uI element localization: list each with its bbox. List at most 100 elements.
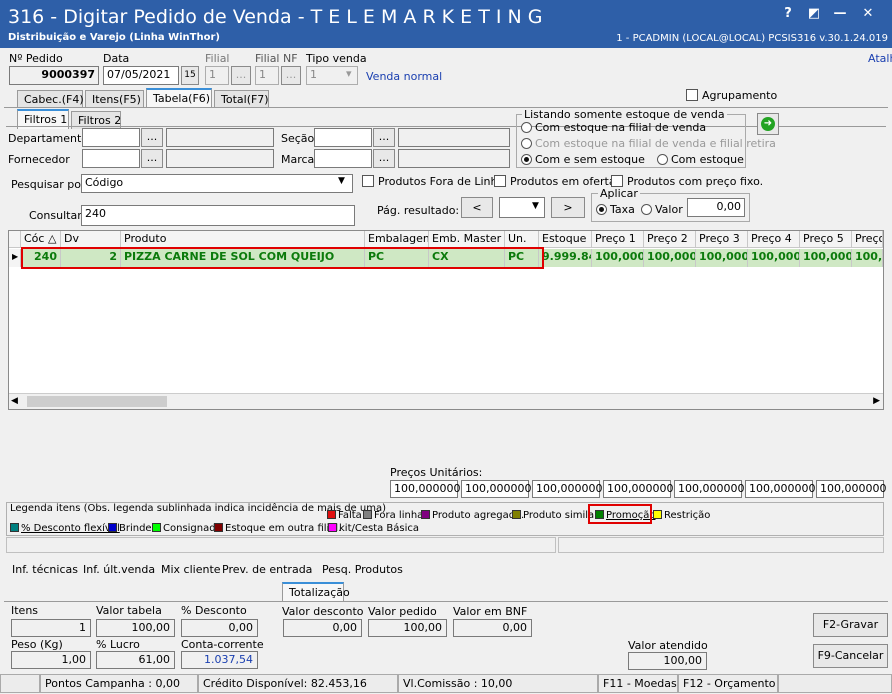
menu-pesq-produtos[interactable]: Pesq. Produtos (322, 563, 403, 576)
data-field[interactable]: 07/05/2021 (103, 66, 179, 85)
estoque-option-4[interactable]: Com estoque (657, 153, 744, 166)
grid-header-preco1[interactable]: Preço 1 (592, 231, 644, 248)
precos-unitarios-label: Preços Unitários: (390, 466, 483, 479)
cell-preco5[interactable]: 100,0000 (800, 249, 852, 267)
estoque-group-title: Listando somente estoque de venda (522, 108, 727, 121)
grid-header-preco2[interactable]: Preço 2 (644, 231, 696, 248)
valor-bnf-label: Valor em BNF (453, 605, 528, 618)
pesquisar-select[interactable]: Código (81, 174, 353, 193)
fornecedor-label: Fornecedor (8, 153, 70, 166)
peso-field: 1,00 (11, 651, 91, 669)
menu-prev-entrada[interactable]: Prev. de entrada (222, 563, 312, 576)
menu-inf-ult-venda[interactable]: Inf. últ.venda (83, 563, 155, 576)
status-cell-end (778, 674, 892, 693)
valor-radio[interactable]: Valor (641, 203, 683, 216)
lucro-label: % Lucro (96, 638, 140, 651)
estoque-option-1[interactable]: Com estoque na filial de venda (521, 121, 706, 134)
info-bar-right (558, 537, 884, 553)
taxa-radio[interactable]: Taxa (596, 203, 635, 216)
fora-linha-checkbox[interactable]: Produtos Fora de Linha (362, 175, 504, 188)
filial-search-button: ... (231, 66, 251, 85)
marca-label: Marca (281, 153, 315, 166)
pag-resultado-label: Pág. resultado: (377, 204, 460, 217)
scroll-right-icon[interactable]: ▶ (873, 396, 880, 406)
peso-label: Peso (Kg) (11, 638, 63, 651)
fornecedor-search-button[interactable]: ... (141, 149, 163, 168)
calendar-icon[interactable]: 15 (181, 66, 199, 85)
scrollbar-thumb[interactable] (27, 396, 167, 407)
restore-icon[interactable]: ◩ (804, 6, 824, 21)
conta-corrente-field: 1.037,54 (181, 651, 258, 669)
departamento-code-field[interactable] (82, 128, 140, 147)
scroll-left-icon[interactable]: ◀ (11, 396, 18, 406)
tab-itens[interactable]: Itens(F5) (85, 90, 144, 108)
pedido-label: Nº Pedido (9, 52, 63, 65)
marca-desc-field (398, 149, 510, 168)
close-icon[interactable]: ✕ (858, 6, 878, 21)
desconto-label: % Desconto (181, 604, 247, 617)
consultar-label: Consultar (29, 209, 82, 222)
data-label: Data (103, 52, 130, 65)
secao-label: Seção (281, 132, 315, 145)
valor-atendido-field: 100,00 (628, 652, 707, 670)
cell-preco1[interactable]: 100,0000 (592, 249, 644, 267)
departamento-label: Departamento (8, 132, 89, 145)
menu-mix-cliente[interactable]: Mix cliente (161, 563, 221, 576)
estoque-option-3[interactable]: Com e sem estoque (521, 153, 645, 166)
marca-search-button[interactable]: ... (373, 149, 395, 168)
grid-header-preco6[interactable]: Preço (852, 231, 883, 248)
tab-cabec[interactable]: Cabec.(F4) (17, 90, 84, 108)
fornecedor-code-field[interactable] (82, 149, 140, 168)
cell-estoque[interactable]: 9.999.84 (539, 249, 592, 267)
menu-inf-tecnicas[interactable]: Inf. técnicas (12, 563, 78, 576)
agrupamento-checkbox[interactable]: Agrupamento (686, 89, 777, 102)
aplicar-title: Aplicar (598, 187, 640, 200)
valor-bnf-field: 0,00 (453, 619, 532, 637)
go-button[interactable]: ➜ (757, 113, 779, 135)
grid-header-produto[interactable]: Produto (121, 231, 365, 248)
window-title: 316 - Digitar Pedido de Venda - T E L E … (8, 6, 543, 28)
valor-desconto-label: Valor desconto (282, 605, 364, 618)
tab-total[interactable]: Total(F7) (214, 90, 269, 108)
cancelar-button[interactable]: F9-Cancelar (813, 644, 888, 668)
grid-header-preco3[interactable]: Preço 3 (696, 231, 748, 248)
pedido-field[interactable]: 9000397 (9, 66, 99, 85)
grid-header-emb-master[interactable]: Emb. Master (429, 231, 505, 248)
secao-code-field[interactable] (314, 128, 372, 147)
grid-header-dv[interactable]: Dv (61, 231, 121, 248)
minimize-icon[interactable]: — (830, 6, 850, 21)
cell-preco6[interactable]: 100,00 (852, 249, 883, 267)
tab-totalizacao[interactable]: Totalização (282, 582, 350, 602)
next-page-button[interactable]: > (551, 197, 585, 218)
departamento-search-button[interactable]: ... (141, 128, 163, 147)
grid-header-embalagem[interactable]: Embalagem (365, 231, 429, 248)
secao-search-button[interactable]: ... (373, 128, 395, 147)
cell-preco4[interactable]: 100,0000 (748, 249, 800, 267)
grid-header-un[interactable]: Un. (505, 231, 539, 248)
cell-preco3[interactable]: 100,0000 (696, 249, 748, 267)
valor-pedido-label: Valor pedido (368, 605, 437, 618)
tab-tabela[interactable]: Tabela(F6) (146, 88, 212, 108)
valor-pedido-field: 100,00 (368, 619, 447, 637)
cell-preco2[interactable]: 100,0000 (644, 249, 696, 267)
grid-header-preco5[interactable]: Preço 5 (800, 231, 852, 248)
prev-page-button[interactable]: < (461, 197, 493, 218)
status-orcamento[interactable]: F12 - Orçamento (678, 674, 778, 693)
help-icon[interactable]: ? (778, 6, 798, 21)
aplicar-value-field[interactable]: 0,00 (687, 198, 745, 217)
atalhos-link[interactable]: Atalhos (868, 52, 892, 65)
gravar-button[interactable]: F2-Gravar (813, 613, 888, 637)
horizontal-scrollbar[interactable]: ◀ ▶ (9, 393, 883, 409)
window-subtitle: Distribuição e Varejo (Linha WinThor) (8, 32, 220, 43)
consultar-field[interactable]: 240 (81, 205, 355, 226)
grid-header-codigo[interactable]: Cóc △ (21, 231, 61, 248)
grid-header-preco4[interactable]: Preço 4 (748, 231, 800, 248)
grid-header-estoque[interactable]: Estoque (539, 231, 592, 248)
departamento-desc-field (166, 128, 274, 147)
secao-desc-field (398, 128, 510, 147)
marca-code-field[interactable] (314, 149, 372, 168)
status-moedas[interactable]: F11 - Moedas (598, 674, 678, 693)
arrow-right-icon: ➜ (761, 117, 775, 131)
itens-label: Itens (11, 604, 39, 617)
legend-restricao: Restrição (653, 510, 710, 521)
